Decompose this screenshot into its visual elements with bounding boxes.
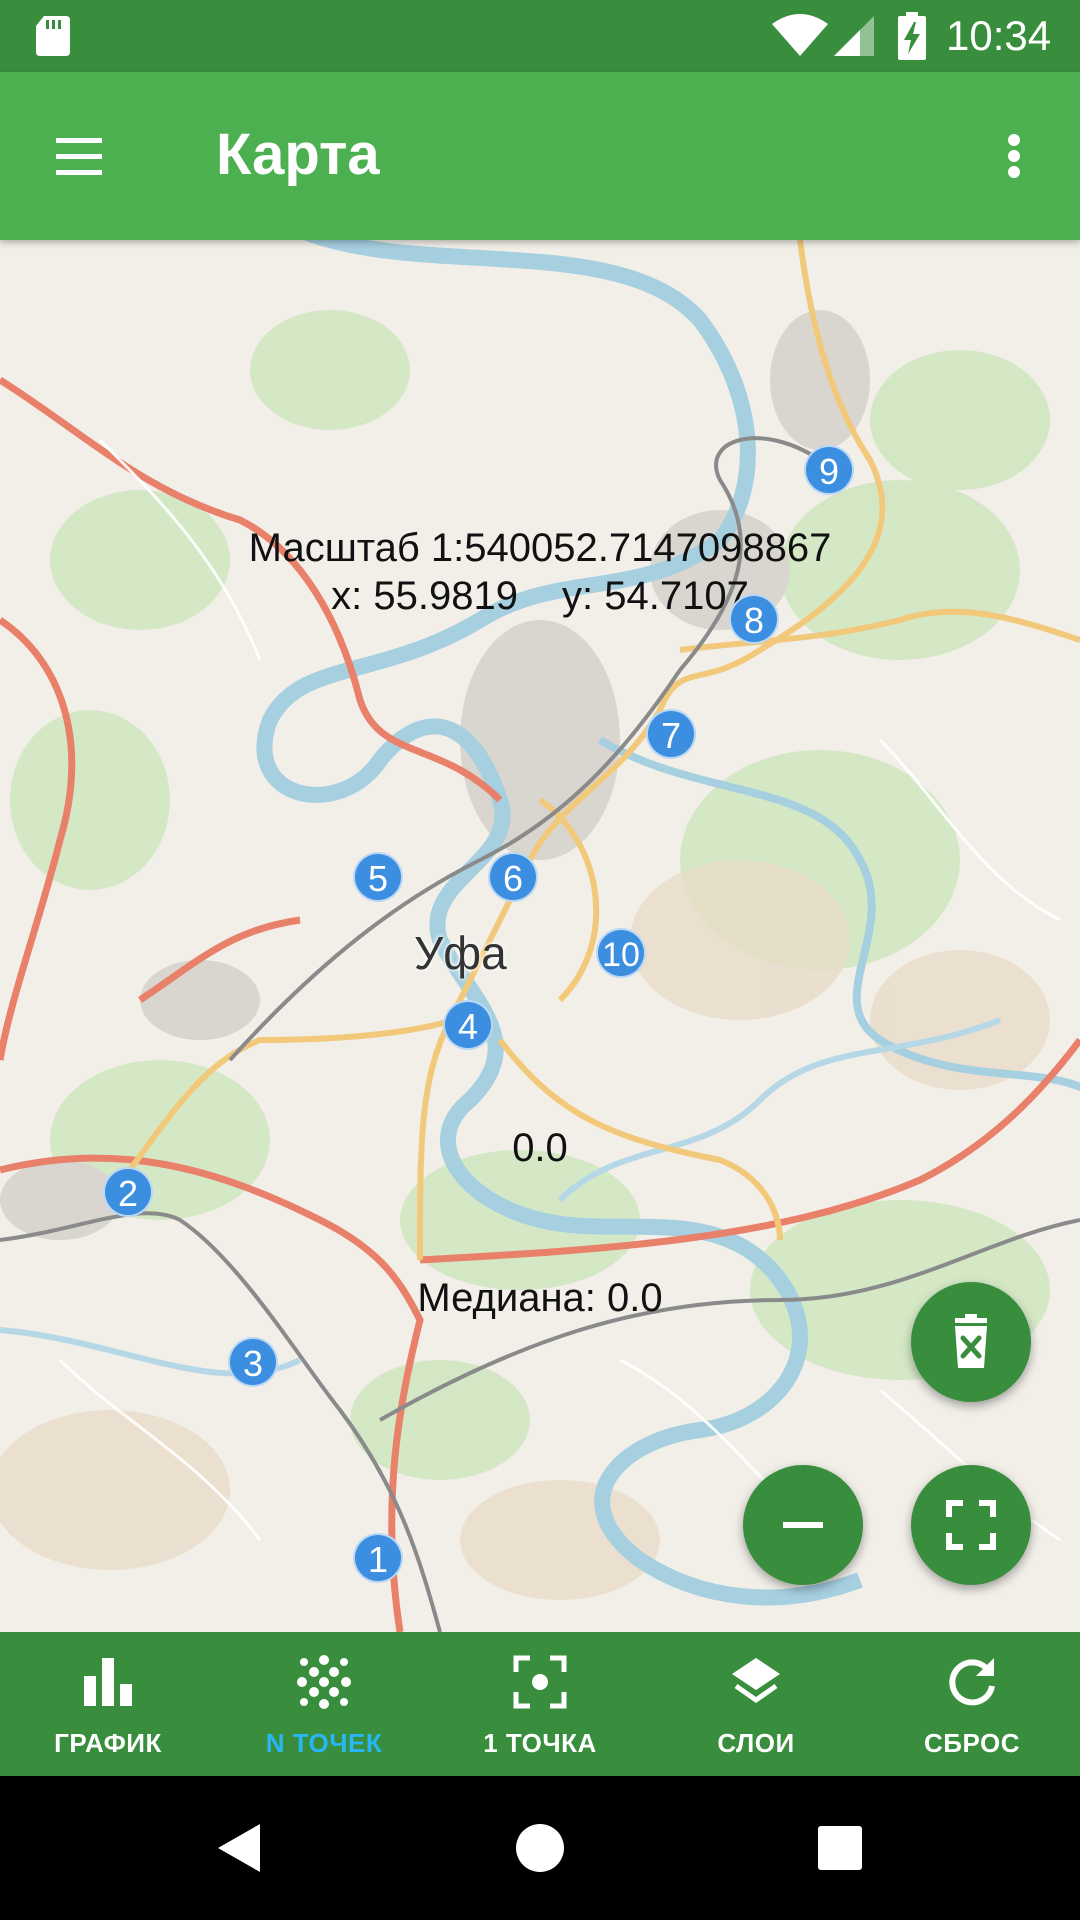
system-navigation-bar xyxy=(0,1776,1080,1920)
app-bar: Карта xyxy=(0,72,1080,240)
wifi-icon xyxy=(772,14,828,56)
layers-icon xyxy=(732,1658,780,1704)
y-coordinate: y: 54.7107 xyxy=(562,574,749,618)
minus-icon xyxy=(783,1522,823,1528)
zoom-out-button[interactable] xyxy=(743,1465,863,1585)
nav-label: СЛОИ xyxy=(717,1728,795,1758)
hamburger-menu-icon xyxy=(56,138,102,175)
nav-item-layers[interactable]: СЛОИ xyxy=(648,1632,864,1776)
fullscreen-button[interactable] xyxy=(911,1465,1031,1585)
map-marker-6[interactable]: 6 xyxy=(488,852,538,902)
scale-text: Масштаб 1:540052.7147098867 xyxy=(248,526,832,570)
back-triangle-icon[interactable] xyxy=(214,1820,264,1876)
delete-button[interactable] xyxy=(911,1282,1031,1402)
nav-item-reset[interactable]: СБРОС xyxy=(864,1632,1080,1776)
nav-item-one-point[interactable]: 1 ТОЧКА xyxy=(432,1632,648,1776)
map-marker-4[interactable]: 4 xyxy=(443,1000,493,1050)
nav-label: 1 ТОЧКА xyxy=(483,1728,597,1758)
map-view[interactable]: Масштаб 1:540052.7147098867 x: 55.9819 y:… xyxy=(0,240,1080,1632)
x-coordinate: x: 55.9819 xyxy=(331,574,518,618)
scatter-dots-icon xyxy=(297,1655,351,1709)
map-marker-5[interactable]: 5 xyxy=(353,852,403,902)
map-marker-7[interactable]: 7 xyxy=(646,709,696,759)
map-marker-1[interactable]: 1 xyxy=(353,1533,403,1583)
map-marker-8[interactable]: 8 xyxy=(729,594,779,644)
bar-chart-icon xyxy=(84,1658,132,1706)
battery-charging-icon xyxy=(898,12,926,60)
recents-square-icon[interactable] xyxy=(816,1824,864,1872)
nav-item-n-points[interactable]: N ТОЧЕК xyxy=(216,1632,432,1776)
refresh-icon xyxy=(949,1658,995,1706)
nav-item-chart[interactable]: ГРАФИК xyxy=(0,1632,216,1776)
cell-signal-icon xyxy=(834,16,874,56)
center-focus-icon xyxy=(513,1655,567,1709)
home-circle-icon[interactable] xyxy=(514,1822,566,1874)
menu-button[interactable] xyxy=(46,124,114,188)
value-text: 0.0 xyxy=(512,1126,568,1170)
nav-label: СБРОС xyxy=(924,1728,1020,1758)
more-vert-icon xyxy=(1008,134,1020,178)
basemap xyxy=(0,240,1080,1632)
bottom-navigation: ГРАФИК N ТОЧЕК 1 ТОЧКА СЛОИ СБРОС xyxy=(0,1632,1080,1776)
status-bar: 10:34 xyxy=(0,0,1080,72)
sd-card-icon xyxy=(36,16,70,56)
map-marker-3[interactable]: 3 xyxy=(228,1337,278,1387)
map-marker-9[interactable]: 9 xyxy=(804,445,854,495)
map-marker-2[interactable]: 2 xyxy=(103,1167,153,1217)
coordinates-readout: x: 55.9819 y: 54.7107 xyxy=(0,574,1080,619)
nav-label: ГРАФИК xyxy=(54,1728,162,1758)
fullscreen-icon xyxy=(946,1500,996,1550)
nav-label: N ТОЧЕК xyxy=(265,1728,383,1758)
page-title: Карта xyxy=(216,122,380,187)
map-marker-10[interactable]: 10 xyxy=(596,928,646,978)
more-options-button[interactable] xyxy=(996,124,1032,188)
status-time: 10:34 xyxy=(946,12,1052,59)
delete-x-icon xyxy=(955,1314,987,1368)
city-label: Уфа xyxy=(414,927,507,979)
